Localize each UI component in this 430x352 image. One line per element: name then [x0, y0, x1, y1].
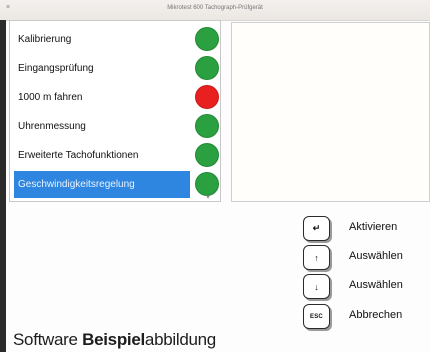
- title-bar: × Mikrotest 600 Tachograph-Prüfgerät: [0, 0, 430, 21]
- caption-part-beispiel: Beispiel: [82, 330, 145, 349]
- abbrechen-label: Abbrechen: [349, 309, 403, 321]
- list-item-label: Geschwindigkeitsregelung: [18, 179, 135, 190]
- enter-key-icon[interactable]: ↵: [303, 216, 330, 241]
- caption-part-abbildung: abbildung: [144, 330, 216, 349]
- status-ok-icon: [195, 56, 219, 80]
- status-ok-icon: [195, 27, 219, 51]
- aktivieren-button[interactable]: ↵ Aktivieren: [303, 216, 423, 242]
- list-item-label: Erweiterte Tachofunktionen: [18, 150, 139, 161]
- application-window: × Mikrotest 600 Tachograph-Prüfgerät Kal…: [0, 0, 430, 352]
- caption-part-software: Software: [13, 330, 83, 349]
- status-ok-icon: [195, 143, 219, 167]
- list-item-label: Eingangsprüfung: [18, 63, 94, 74]
- list-item-label: Uhrenmessung: [18, 121, 86, 132]
- status-error-icon: [195, 85, 219, 109]
- list-item-1000m-fahren[interactable]: 1000 m fahren: [14, 84, 190, 111]
- arrow-down-key-icon[interactable]: ↓: [303, 274, 330, 299]
- status-ok-icon: [195, 114, 219, 138]
- list-item-kalibrierung[interactable]: Kalibrierung: [14, 26, 190, 53]
- test-list: Kalibrierung Eingangsprüfung 1000 m fahr…: [9, 20, 221, 202]
- esc-key-icon[interactable]: ESC: [303, 304, 330, 329]
- scroll-down-icon[interactable]: ▾: [202, 194, 214, 201]
- left-edge-border: [0, 20, 6, 352]
- status-ok-icon: [195, 172, 219, 196]
- list-item-eingangspruefung[interactable]: Eingangsprüfung: [14, 55, 190, 82]
- image-caption: Software Beispielabbildung: [13, 330, 216, 350]
- list-item-uhrenmessung[interactable]: Uhrenmessung: [14, 113, 190, 140]
- aktivieren-label: Aktivieren: [349, 221, 398, 233]
- list-item-erweiterte-tachofunktionen[interactable]: Erweiterte Tachofunktionen: [14, 142, 190, 169]
- list-item-geschwindigkeitsregelung[interactable]: Geschwindigkeitsregelung: [14, 171, 190, 198]
- list-item-label: Kalibrierung: [18, 34, 72, 45]
- auswaehlen-up-label: Auswählen: [349, 250, 403, 262]
- auswaehlen-up-button[interactable]: ↑ Auswählen: [303, 245, 423, 271]
- arrow-up-key-icon[interactable]: ↑: [303, 245, 330, 270]
- auswaehlen-down-button[interactable]: ↓ Auswählen: [303, 274, 423, 300]
- detail-panel: [231, 22, 430, 202]
- list-item-label: 1000 m fahren: [18, 92, 83, 103]
- window-title: Mikrotest 600 Tachograph-Prüfgerät: [167, 5, 263, 11]
- auswaehlen-down-label: Auswählen: [349, 279, 403, 291]
- abbrechen-button[interactable]: ESC Abbrechen: [303, 304, 423, 330]
